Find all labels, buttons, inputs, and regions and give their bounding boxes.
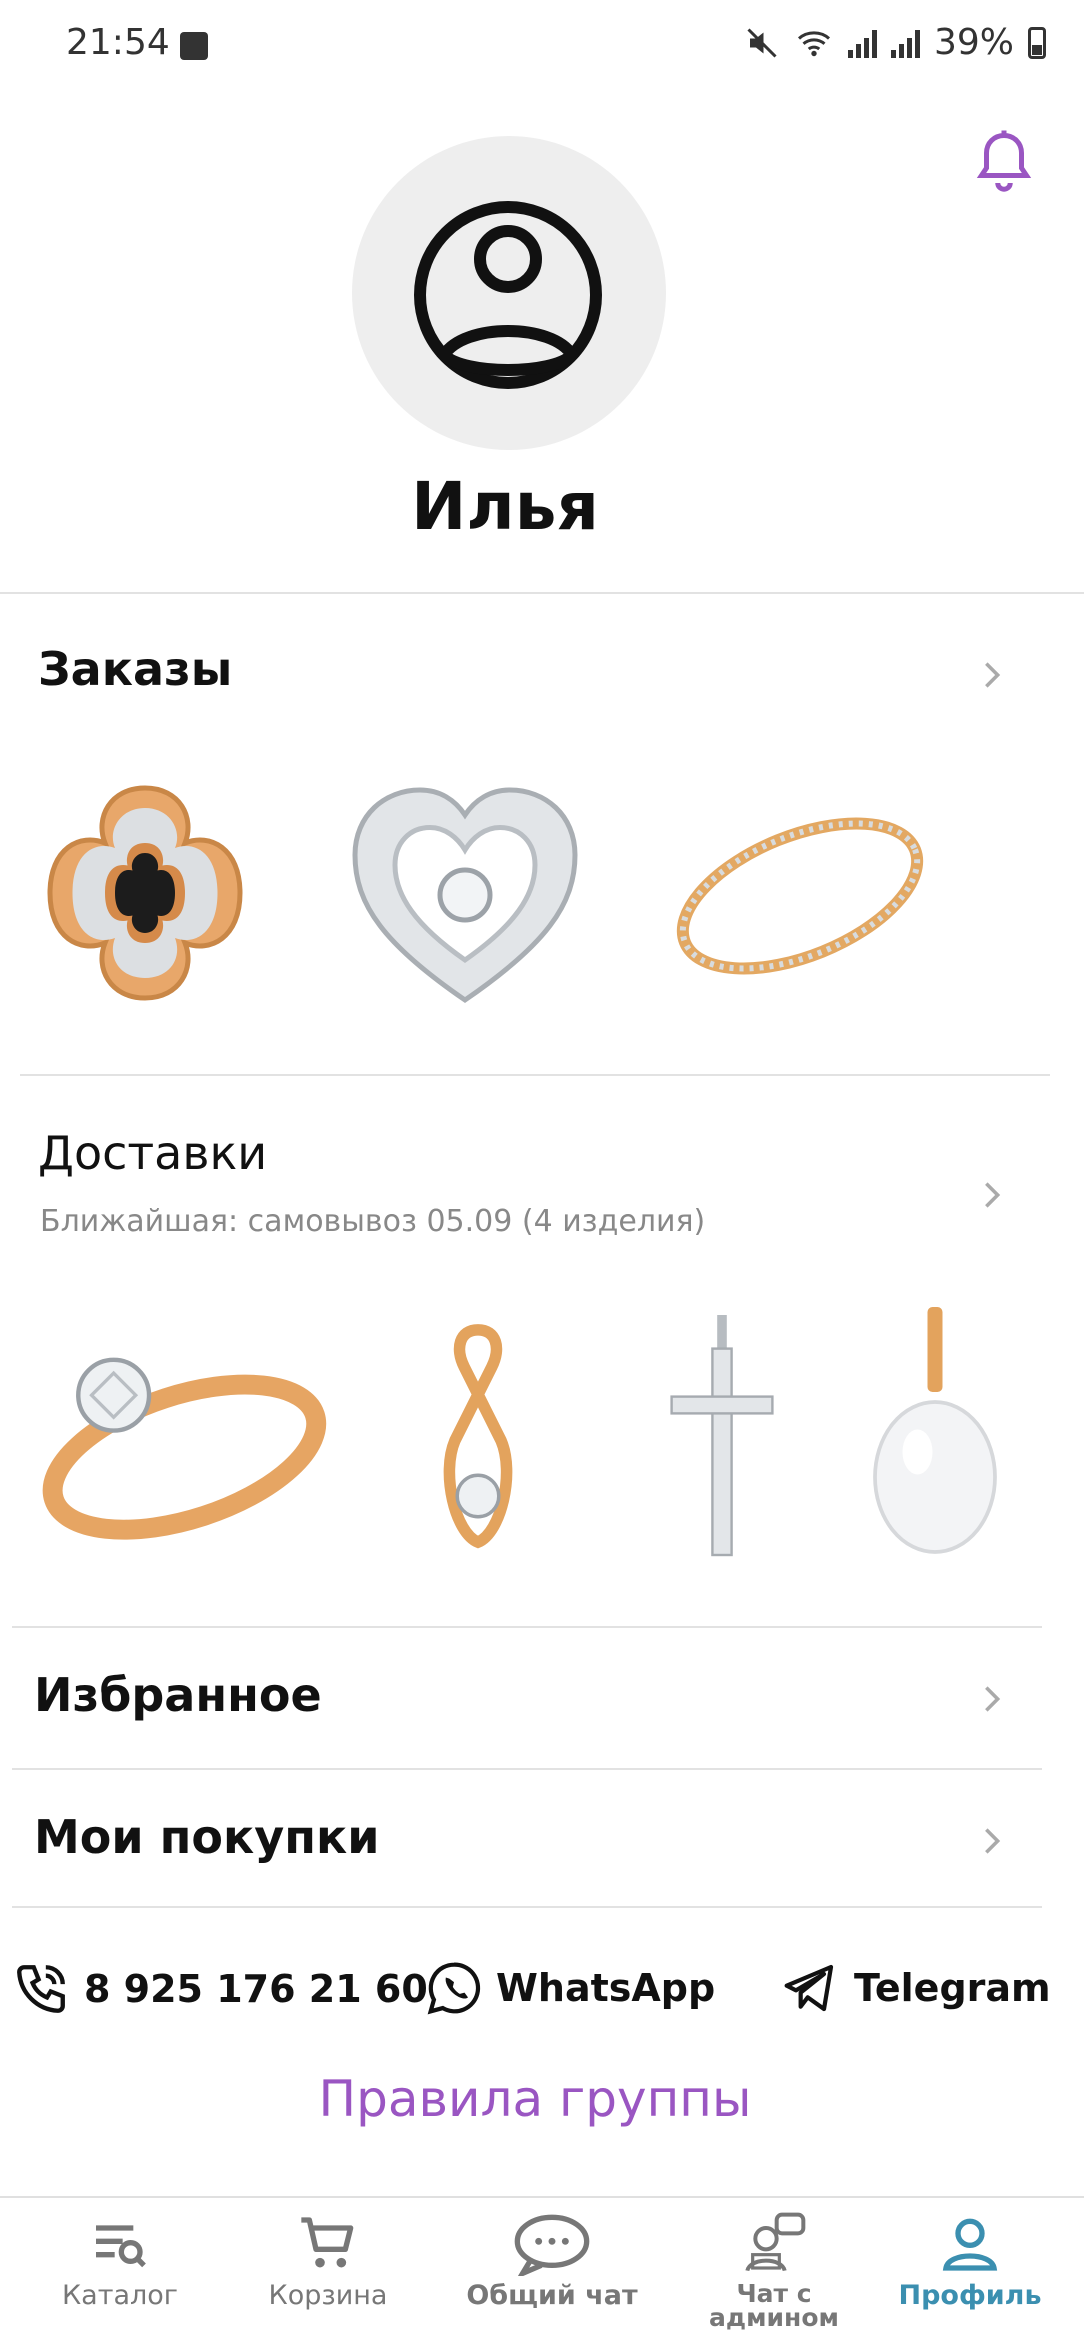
telegram-label: Telegram — [854, 1966, 1051, 2010]
heart-pendant-image[interactable] — [340, 780, 590, 1010]
deliveries-section[interactable]: Доставки Ближайшая: самовывоз 05.09 (4 и… — [0, 1080, 1084, 1620]
divider — [0, 592, 1084, 594]
profile-icon — [942, 2218, 998, 2271]
tab-label: Каталог — [62, 2280, 178, 2311]
orders-title: Заказы — [38, 642, 233, 696]
divider — [20, 1074, 1050, 1076]
tab-label: Общий чат — [466, 2280, 638, 2311]
tab-label: Чат с админом — [709, 2279, 839, 2332]
purchases-title: Мои покупки — [34, 1810, 380, 1864]
tab-label: Корзина — [268, 2280, 388, 2311]
chevron-right-icon — [985, 662, 1001, 688]
battery-percent: 39% — [933, 22, 1014, 63]
pearl-pendant-image[interactable] — [860, 1302, 1010, 1562]
phone-icon — [17, 1965, 65, 2013]
battery-icon — [1028, 26, 1046, 59]
divider — [12, 1768, 1042, 1770]
signal-icon — [847, 28, 877, 58]
diamond-band-ring-image[interactable] — [660, 788, 940, 998]
tab-general-chat[interactable]: Общий чат — [452, 2212, 652, 2310]
whatsapp-contact[interactable]: WhatsApp — [426, 1960, 715, 2016]
user-avatar-icon — [414, 201, 602, 389]
bottom-tab-bar: Каталог Корзина Общий чат Чат с админом … — [0, 2196, 1084, 2342]
mute-icon — [747, 27, 777, 58]
cart-icon — [301, 2217, 354, 2268]
telegram-contact[interactable]: Telegram — [780, 1960, 1051, 2016]
chevron-right-icon — [985, 1686, 1001, 1712]
signal-icon — [890, 28, 920, 58]
notification-check-icon — [180, 32, 208, 60]
clover-pendant-image[interactable] — [20, 768, 270, 1018]
solitaire-ring-image[interactable] — [25, 1320, 335, 1550]
phone-number: 8 925 176 21 60 — [84, 1967, 428, 2011]
status-time: 21:54 — [66, 22, 170, 63]
divider — [12, 1906, 1042, 1908]
deliveries-subtitle: Ближайшая: самовывоз 05.09 (4 изделия) — [40, 1204, 706, 1239]
admin-chat-icon — [745, 2212, 806, 2272]
chat-icon — [514, 2214, 590, 2276]
chevron-right-icon — [985, 1828, 1001, 1854]
tab-label: Профиль — [898, 2280, 1042, 2311]
telegram-icon — [784, 1964, 834, 2012]
catalog-icon — [96, 2225, 146, 2268]
whatsapp-label: WhatsApp — [496, 1966, 716, 2010]
infinity-pendant-image[interactable] — [408, 1316, 548, 1556]
orders-section[interactable]: Заказы — [0, 600, 1084, 1070]
purchases-row[interactable]: Мои покупки — [0, 1772, 1084, 1908]
favorites-title: Избранное — [34, 1668, 322, 1722]
favorites-row[interactable]: Избранное — [0, 1630, 1084, 1768]
tab-cart[interactable]: Корзина — [228, 2212, 428, 2310]
bell-icon[interactable] — [974, 128, 1034, 198]
wifi-icon — [797, 30, 830, 56]
contacts-row: 8 925 176 21 60 WhatsApp Telegram — [12, 1960, 1072, 2020]
tab-profile[interactable]: Профиль — [870, 2212, 1070, 2310]
phone-contact[interactable]: 8 925 176 21 60 — [12, 1960, 428, 2018]
tab-catalog[interactable]: Каталог — [20, 2212, 220, 2310]
status-icons: 39% — [744, 22, 1046, 63]
cross-pendant-image[interactable] — [662, 1310, 782, 1560]
chevron-right-icon — [985, 1182, 1001, 1208]
group-rules-link[interactable]: Правила группы — [0, 2070, 1070, 2128]
tab-admin-chat[interactable]: Чат с админом — [674, 2212, 874, 2330]
whatsapp-icon — [427, 1962, 481, 2015]
user-name: Илья — [411, 468, 599, 545]
deliveries-title: Доставки — [38, 1126, 268, 1180]
divider — [12, 1626, 1042, 1628]
